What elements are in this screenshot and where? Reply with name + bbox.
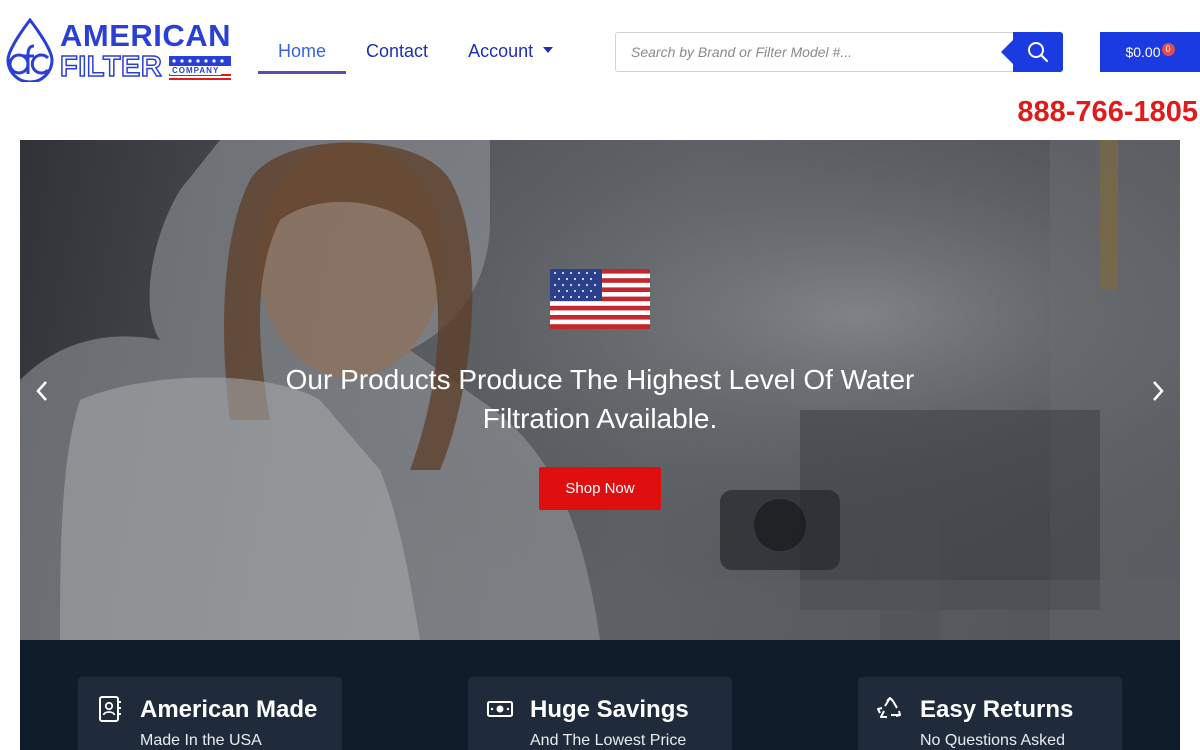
cart-total: $0.00 (1125, 44, 1161, 60)
chevron-right-icon (1153, 381, 1164, 401)
feature-card-huge-savings: Huge Savings And The Lowest Price (468, 677, 732, 750)
cart-count-badge: 0 (1161, 42, 1175, 56)
search-icon (1028, 42, 1049, 63)
feature-subtitle: Made In the USA (140, 732, 262, 749)
search-button[interactable] (1001, 32, 1063, 72)
logo-text-company: COMPANY (170, 66, 222, 75)
nav-contact[interactable]: Contact (346, 30, 448, 72)
nav-account-label: Account (468, 41, 534, 61)
features-bar: American Made Made In the USA Huge Savin… (20, 640, 1180, 750)
cart-button[interactable]: $0.00 0 (1100, 32, 1200, 72)
phone-number[interactable]: 888-766-1805 (1017, 96, 1198, 129)
search-bar (615, 32, 1063, 72)
nav-account[interactable]: Account (448, 30, 573, 72)
chevron-left-icon (36, 381, 47, 401)
us-flag-icon (550, 269, 650, 329)
feature-card-american-made: American Made Made In the USA (78, 677, 342, 750)
feature-title: Huge Savings (530, 696, 689, 723)
money-bill-icon (486, 695, 514, 723)
slider-next-button[interactable] (1146, 376, 1170, 406)
logo-text-filter: FILTER (59, 51, 163, 83)
nav-home[interactable]: Home (258, 30, 347, 74)
hero-title: Our Products Produce The Highest Level O… (285, 364, 915, 434)
main-nav: Home Contact Account (258, 30, 573, 74)
feature-subtitle: And The Lowest Price (530, 732, 687, 749)
slider-prev-button[interactable] (30, 376, 54, 406)
chevron-down-icon (543, 47, 554, 54)
hero-slider: Our Products Produce The Highest Level O… (20, 140, 1180, 640)
recycle-icon (876, 695, 904, 723)
search-input[interactable] (615, 32, 1015, 72)
site-logo[interactable]: AMERICAN FILTER COMPANY (4, 18, 232, 84)
contact-book-icon (96, 695, 124, 723)
site-header: AMERICAN FILTER COMPANY Home Contact Acc… (0, 0, 1200, 140)
feature-subtitle: No Questions Asked (920, 732, 1065, 749)
feature-title: Easy Returns (920, 696, 1074, 723)
shop-now-button[interactable]: Shop Now (539, 467, 661, 510)
water-drop-logo-icon (6, 18, 54, 82)
logo-text-american: AMERICAN (60, 18, 232, 53)
feature-card-easy-returns: Easy Returns No Questions Asked (858, 677, 1122, 750)
feature-title: American Made (140, 696, 318, 723)
